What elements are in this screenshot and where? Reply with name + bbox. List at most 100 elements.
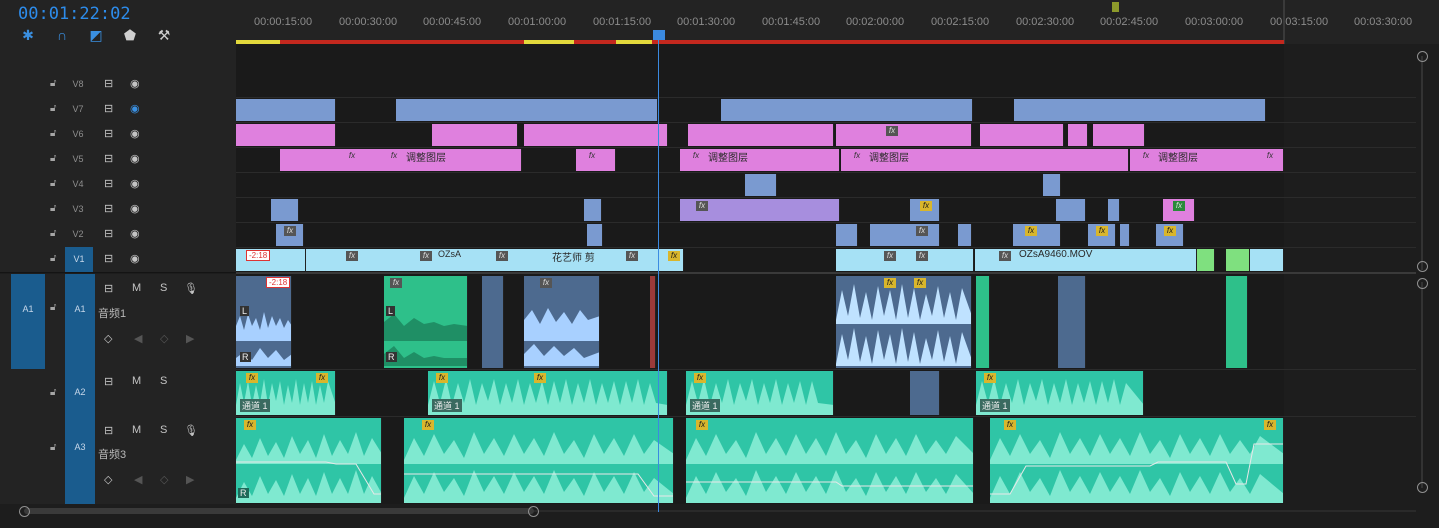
magnet-icon[interactable]: ∩ <box>53 26 71 44</box>
solo-button[interactable]: S <box>160 375 167 387</box>
microphone-icon[interactable]: 🎙︎ <box>184 424 198 437</box>
mute-button[interactable]: M <box>132 375 141 387</box>
clip-v6[interactable] <box>432 124 518 146</box>
clip-v1[interactable] <box>1197 249 1215 271</box>
snap-icon[interactable]: ✱ <box>19 26 37 44</box>
video-scroll-handle-bottom[interactable] <box>1417 261 1428 272</box>
clip-v6[interactable] <box>524 124 668 146</box>
sync-lock-icon[interactable]: ⊟ <box>104 152 113 165</box>
clip-v3[interactable]: fx <box>680 199 840 221</box>
clip-a1[interactable] <box>1058 276 1086 368</box>
eye-icon[interactable]: ◉ <box>130 77 140 90</box>
lock-icon[interactable]: 🔓︎ <box>50 153 56 164</box>
clip-v5-adjustment[interactable]: fx 调整图层 <box>841 149 1129 171</box>
lock-icon[interactable]: 🔓︎ <box>50 442 56 453</box>
solo-button[interactable]: S <box>160 282 167 294</box>
sync-lock-icon[interactable]: ⊟ <box>104 282 113 295</box>
sync-lock-icon[interactable]: ⊟ <box>104 227 113 240</box>
clip-v2[interactable]: fx <box>1013 224 1061 246</box>
clip-v7[interactable] <box>236 99 336 121</box>
sync-lock-icon[interactable]: ⊟ <box>104 127 113 140</box>
clip-v2[interactable]: fx <box>1156 224 1184 246</box>
track-label[interactable]: A3 <box>65 416 95 504</box>
microphone-icon[interactable]: 🎙︎ <box>184 282 198 295</box>
sync-lock-icon[interactable]: ⊟ <box>104 77 113 90</box>
clip-v1[interactable] <box>1250 249 1284 271</box>
audio-scroll-handle-top[interactable] <box>1417 278 1428 289</box>
add-keyframe-icon[interactable]: ◇ <box>160 473 168 486</box>
clip-a2[interactable]: fx fx 通道 1 <box>236 371 336 415</box>
clip-a1[interactable] <box>1226 276 1248 368</box>
lock-icon[interactable]: 🔓︎ <box>50 302 56 313</box>
video-scroll-handle-top[interactable] <box>1417 51 1428 62</box>
clip-v1[interactable]: fx fx <box>836 249 974 271</box>
lock-icon[interactable]: 🔓︎ <box>50 253 56 264</box>
clip-v7[interactable] <box>1014 99 1266 121</box>
clip-a2[interactable]: fx 通道 1 <box>976 371 1144 415</box>
sync-lock-icon[interactable]: ⊟ <box>104 375 113 388</box>
track-label[interactable]: V1 <box>65 247 93 272</box>
clip-v5-adjustment[interactable]: fx 调整图层 fx <box>1130 149 1284 171</box>
clip-v6[interactable] <box>688 124 834 146</box>
eye-icon[interactable]: ◉ <box>130 152 140 165</box>
eye-icon[interactable]: ◉ <box>130 177 140 190</box>
clip-v3[interactable] <box>1056 199 1086 221</box>
zoom-scrollbar-thumb[interactable] <box>24 508 534 514</box>
clip-v4[interactable] <box>745 174 777 196</box>
zoom-handle-right[interactable] <box>528 506 539 517</box>
eye-icon[interactable]: ◉ <box>130 202 140 215</box>
clip-a3[interactable]: fx R <box>236 418 382 503</box>
clip-v2[interactable] <box>587 224 603 246</box>
clip-a2[interactable]: fx fx 通道 1 <box>428 371 668 415</box>
clip-a1[interactable]: fx <box>524 276 600 368</box>
time-ruler[interactable]: 00:00:15:00 00:00:30:00 00:00:45:00 00:0… <box>236 0 1439 44</box>
wrench-icon[interactable]: ⚒ <box>155 26 173 44</box>
clip-a2[interactable] <box>910 371 940 415</box>
clip-v2[interactable]: fx <box>276 224 304 246</box>
playhead-timecode[interactable]: 00:01:22:02 <box>18 4 131 24</box>
source-patch-a1[interactable]: A1 <box>11 274 45 369</box>
clip-v7[interactable] <box>396 99 658 121</box>
zoom-handle-left[interactable] <box>19 506 30 517</box>
eye-icon[interactable]: ◉ <box>130 127 140 140</box>
clip-a1[interactable]: fx fx <box>836 276 972 368</box>
lock-icon[interactable]: 🔓︎ <box>50 128 56 139</box>
clip-a3[interactable]: fx fx <box>990 418 1284 503</box>
clip-v1[interactable]: fx fx OZsA fx 花艺师 剪 fx fx <box>306 249 684 271</box>
clip-v2[interactable]: fx <box>870 224 940 246</box>
track-label[interactable]: A2 <box>65 369 95 416</box>
clip-v2[interactable] <box>836 224 858 246</box>
clip-v5[interactable]: fx <box>576 149 616 171</box>
clip-v2[interactable] <box>1120 224 1130 246</box>
eye-icon[interactable]: ◉ <box>130 227 140 240</box>
clip-v3[interactable] <box>1108 199 1120 221</box>
marker-icon[interactable]: ⬟ <box>121 26 139 44</box>
clip-a1[interactable]: fx L R <box>384 276 468 368</box>
linked-selection-icon[interactable]: ◩ <box>87 26 105 44</box>
audio-scroll-handle-bottom[interactable] <box>1417 482 1428 493</box>
prev-keyframe-icon[interactable]: ◀ <box>134 473 142 486</box>
clip-v7[interactable] <box>721 99 973 121</box>
clip-a2[interactable]: fx 通道 1 <box>686 371 834 415</box>
lock-icon[interactable]: 🔓︎ <box>50 203 56 214</box>
clip-v4[interactable] <box>1043 174 1061 196</box>
keyframe-diamond-icon[interactable]: ◇ <box>104 473 112 486</box>
keyframe-diamond-icon[interactable]: ◇ <box>104 332 112 345</box>
lock-icon[interactable]: 🔓︎ <box>50 103 56 114</box>
audio-scrollbar-track[interactable] <box>1421 282 1423 488</box>
clip-v3[interactable] <box>584 199 602 221</box>
clip-v6[interactable]: fx <box>836 124 972 146</box>
sync-lock-icon[interactable]: ⊟ <box>104 177 113 190</box>
track-label[interactable]: A1 <box>65 274 95 369</box>
sync-lock-icon[interactable]: ⊟ <box>104 252 113 265</box>
playhead-line[interactable] <box>658 36 659 512</box>
clip-v1[interactable]: fx OZsA9460.MOV <box>975 249 1197 271</box>
video-scrollbar-track[interactable] <box>1421 56 1423 270</box>
sync-lock-icon[interactable]: ⊟ <box>104 424 113 437</box>
sync-lock-icon[interactable]: ⊟ <box>104 102 113 115</box>
prev-keyframe-icon[interactable]: ◀ <box>134 332 142 345</box>
playhead-handle[interactable] <box>653 30 665 40</box>
track-name[interactable]: 音频3 <box>98 446 126 462</box>
eye-icon[interactable]: ◉ <box>130 252 140 265</box>
clip-v6[interactable] <box>980 124 1064 146</box>
